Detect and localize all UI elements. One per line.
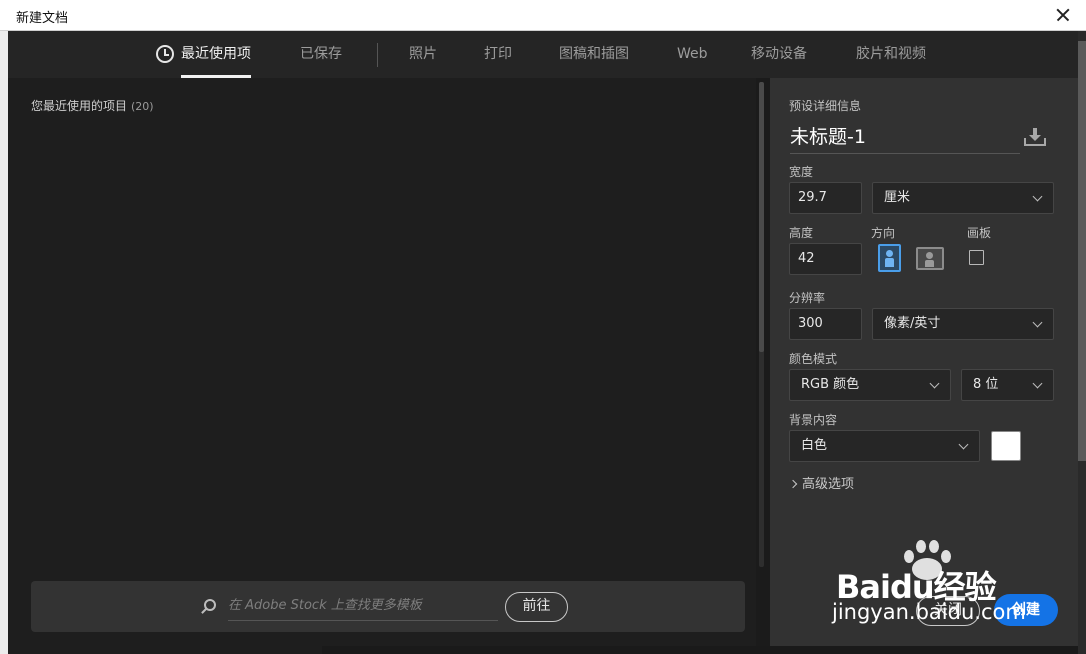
landscape-orientation-button[interactable] — [916, 247, 944, 270]
recent-items-heading: 您最近使用的项目 (20) — [31, 97, 154, 114]
document-name-field[interactable]: 未标题-1 — [790, 124, 1020, 154]
portrait-orientation-button[interactable] — [878, 244, 901, 272]
category-tabs: 最近使用项 已保存 照片 打印 图稿和插图 Web 移动设备 胶片和视频 — [8, 31, 1078, 78]
orientation-label: 方向 — [871, 226, 896, 240]
background-select[interactable]: 白色 — [789, 430, 980, 462]
recent-items-count: (20) — [131, 100, 154, 113]
tab-photo[interactable]: 照片 — [409, 31, 437, 78]
scrollbar-thumb[interactable] — [759, 82, 764, 352]
preset-details-heading: 预设详细信息 — [789, 99, 862, 113]
tab-saved[interactable]: 已保存 — [300, 31, 342, 78]
width-unit-value: 厘米 — [884, 190, 911, 205]
watermark-site: jingyan.baidu.com — [832, 600, 1026, 624]
landscape-icon — [925, 252, 934, 267]
tab-film-video[interactable]: 胶片和视频 — [856, 31, 926, 78]
stock-search-bar: 在 Adobe Stock 上查找更多模板 前往 — [31, 581, 745, 632]
background-edge-bottom — [322, 646, 1078, 654]
scrollbar-thumb[interactable] — [1078, 41, 1086, 461]
baidu-jingyan-watermark: Baidu经验 jingyan.baidu.com — [832, 540, 1036, 630]
clock-icon — [156, 45, 174, 63]
background-edge-left — [0, 31, 8, 654]
resolution-unit-select[interactable]: 像素/英寸 — [872, 308, 1054, 340]
chevron-right-icon — [788, 479, 798, 489]
width-label: 宽度 — [789, 165, 814, 179]
stock-search-input[interactable]: 在 Adobe Stock 上查找更多模板 — [228, 595, 498, 621]
color-mode-value: RGB 颜色 — [801, 377, 860, 392]
resolution-label: 分辨率 — [789, 291, 826, 305]
bit-depth-value: 8 位 — [973, 377, 999, 392]
background-value: 白色 — [801, 438, 828, 453]
advanced-options-toggle[interactable]: 高级选项 — [788, 473, 855, 492]
recent-items-title: 您最近使用的项目 — [31, 99, 128, 113]
recent-items-area: 您最近使用的项目 (20) 在 Adobe Stock 上查找更多模板 前往 — [8, 78, 756, 654]
download-tray — [1024, 138, 1046, 146]
resolution-input[interactable]: 300 — [789, 308, 862, 340]
width-unit-select[interactable]: 厘米 — [872, 182, 1054, 214]
tab-recent[interactable]: 最近使用项 — [156, 31, 251, 78]
background-label: 背景内容 — [789, 413, 838, 427]
bit-depth-select[interactable]: 8 位 — [961, 369, 1054, 401]
tab-label: 最近使用项 — [181, 46, 251, 62]
tab-art-illustration[interactable]: 图稿和插图 — [559, 31, 629, 78]
color-mode-select[interactable]: RGB 颜色 — [789, 369, 951, 401]
height-label: 高度 — [789, 226, 814, 240]
background-color-swatch[interactable] — [991, 431, 1021, 461]
resolution-unit-value: 像素/英寸 — [884, 316, 941, 331]
window-titlebar: 新建文档 — [0, 0, 1086, 31]
search-icon — [204, 599, 216, 611]
window-title: 新建文档 — [16, 11, 69, 26]
recent-scrollbar[interactable] — [759, 82, 764, 567]
height-input[interactable]: 42 — [789, 243, 862, 275]
save-preset-icon[interactable] — [1024, 128, 1046, 146]
tab-print[interactable]: 打印 — [484, 31, 512, 78]
artboard-label: 画板 — [967, 226, 992, 240]
tab-web[interactable]: Web — [677, 31, 708, 78]
goto-button[interactable]: 前往 — [505, 592, 568, 622]
close-icon[interactable] — [1050, 2, 1076, 28]
download-arrow — [1029, 128, 1041, 141]
tab-divider — [377, 43, 378, 67]
tab-mobile[interactable]: 移动设备 — [751, 31, 807, 78]
color-mode-label: 颜色模式 — [789, 352, 838, 366]
window-scrollbar[interactable] — [1078, 31, 1086, 654]
advanced-options-label: 高级选项 — [802, 477, 855, 492]
artboard-checkbox[interactable] — [969, 250, 984, 265]
portrait-icon — [885, 250, 894, 267]
width-input[interactable]: 29.7 — [789, 182, 862, 214]
